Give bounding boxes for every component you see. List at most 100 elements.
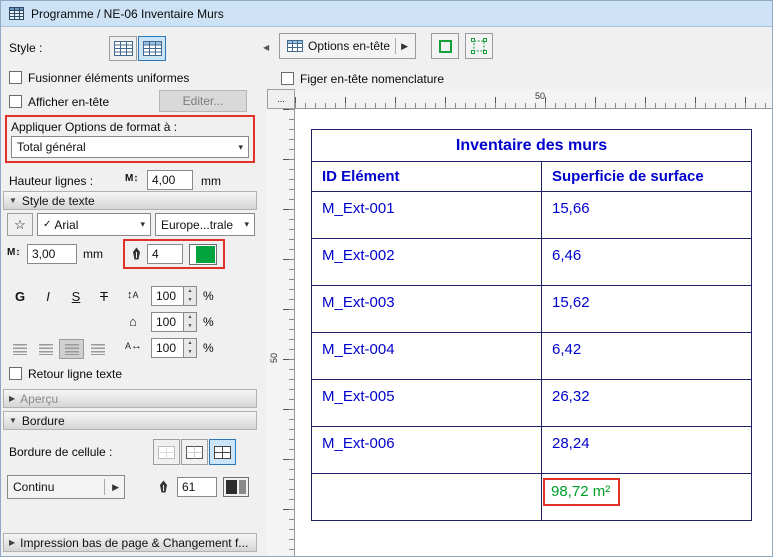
spin-down-icon[interactable]: ▼ (184, 348, 196, 357)
border-all-icon (214, 445, 231, 459)
align-left-button[interactable] (7, 339, 32, 359)
align-center-button[interactable] (33, 339, 58, 359)
spin-up-icon[interactable]: ▲ (184, 339, 196, 348)
line-spacing-stepper[interactable]: ▲ ▼ (183, 286, 197, 306)
cell-element-id[interactable]: M_Ext-006 (311, 426, 542, 474)
bold-button[interactable]: G (7, 285, 33, 307)
freeze-header-label: Figer en-tête nomenclature (300, 72, 445, 86)
cell-area[interactable]: 6,46 (540, 238, 753, 286)
pen-color-button[interactable] (189, 244, 217, 265)
section-text-style[interactable]: ▼ Style de texte (3, 191, 257, 210)
tracking-input[interactable]: 100 (151, 338, 183, 358)
edit-header-button[interactable]: Editer... (159, 90, 247, 112)
section-preview[interactable]: ▶ Aperçu (3, 389, 257, 408)
spin-down-icon[interactable]: ▼ (184, 296, 196, 305)
font-family-select[interactable]: ✓ Arial ▾ (37, 213, 151, 236)
freeze-header-checkbox[interactable] (281, 72, 294, 85)
table-row: M_Ext-004 6,42 (311, 332, 753, 380)
window-titlebar: Programme / NE-06 Inventaire Murs (1, 1, 772, 27)
italic-label: I (46, 288, 50, 304)
cell-area[interactable]: 15,62 (540, 285, 753, 333)
column-header-id[interactable]: ID Elément (311, 161, 542, 192)
collapse-panel-arrow[interactable]: ◀ (263, 43, 269, 52)
table-style-plain-icon (113, 41, 133, 56)
style-variant-2-button[interactable] (138, 36, 166, 61)
align-left-icon (12, 343, 27, 355)
line-weight-button[interactable] (223, 477, 249, 497)
tracking-unit: % (203, 341, 214, 355)
chevron-down-icon: ▾ (244, 219, 249, 229)
uniform-settings-button[interactable] (431, 33, 459, 59)
apply-format-select[interactable]: Total général ▾ (11, 136, 249, 158)
ruler-options-button[interactable]: ... (267, 89, 295, 109)
wrap-text-checkbox[interactable] (9, 367, 22, 380)
table-title-cell[interactable]: Inventaire des murs (310, 129, 753, 162)
line-spacing-field[interactable]: 100 ▲ ▼ (151, 286, 197, 306)
border-outline-button[interactable] (181, 439, 208, 465)
select-area-button[interactable] (465, 33, 493, 59)
ruler-mark-50: 50 (535, 91, 546, 101)
paragraph-spacing-stepper[interactable]: ▲ ▼ (183, 312, 197, 332)
schedule-canvas[interactable]: Inventaire des murs ID Elément Superfici… (295, 109, 772, 556)
cell-area[interactable]: 6,42 (540, 332, 753, 380)
line-type-select[interactable]: Continu ▶ (7, 475, 125, 499)
font-encoding-select[interactable]: Europe...trale ▾ (155, 213, 255, 236)
tracking-field[interactable]: 100 ▲ ▼ (151, 338, 197, 358)
spin-up-icon[interactable]: ▲ (184, 313, 196, 322)
cell-area[interactable]: 15,66 (540, 191, 753, 239)
border-pen-input[interactable]: 61 (177, 477, 217, 497)
border-all-button[interactable] (209, 439, 236, 465)
bold-label: G (14, 288, 26, 304)
table-row: M_Ext-001 15,66 (311, 191, 753, 239)
paragraph-spacing-field[interactable]: 100 ▲ ▼ (151, 312, 197, 332)
horizontal-ruler: 50 (295, 89, 772, 109)
green-frame-icon (438, 39, 452, 53)
align-justify-icon (64, 343, 79, 355)
column-header-area[interactable]: Superficie de surface (540, 161, 753, 192)
tracking-stepper[interactable]: ▲ ▼ (183, 338, 197, 358)
section-footer-print[interactable]: ▶ Impression bas de page & Changement f.… (3, 533, 257, 552)
underline-label: S (71, 288, 81, 304)
total-empty-cell[interactable] (311, 473, 542, 521)
header-options-icon (287, 40, 303, 52)
window-title: Programme / NE-06 Inventaire Murs (31, 6, 224, 21)
align-right-button[interactable] (85, 339, 110, 359)
apply-format-value: Total général (17, 140, 86, 154)
schedule-settings-window: Programme / NE-06 Inventaire Murs Style … (0, 0, 773, 557)
paragraph-indent-icon: ⌂ (129, 314, 137, 329)
spin-down-icon[interactable]: ▼ (184, 322, 196, 331)
merge-uniform-checkbox[interactable] (9, 71, 22, 84)
line-weight-strip (239, 480, 246, 494)
style-variant-1-button[interactable] (109, 36, 137, 61)
divider (104, 479, 106, 495)
paragraph-spacing-input[interactable]: 100 (151, 312, 183, 332)
spin-up-icon[interactable]: ▲ (184, 287, 196, 296)
cell-area[interactable]: 26,32 (540, 379, 753, 427)
section-border[interactable]: ▼ Bordure (3, 411, 257, 430)
cell-element-id[interactable]: M_Ext-003 (311, 285, 542, 333)
italic-button[interactable]: I (35, 285, 61, 307)
favorite-style-button[interactable]: ☆ (7, 213, 33, 236)
border-none-button[interactable] (153, 439, 180, 465)
cell-area[interactable]: 28,24 (540, 426, 753, 474)
divider (395, 38, 397, 54)
align-justify-button[interactable] (59, 339, 84, 359)
cell-border-label: Bordure de cellule : (9, 445, 113, 459)
line-spacing-input[interactable]: 100 (151, 286, 183, 306)
underline-button[interactable]: S (63, 285, 89, 307)
text-pen-input[interactable]: 4 (147, 244, 183, 264)
menu-arrow-icon: ▶ (401, 40, 408, 51)
merge-uniform-label: Fusionner éléments uniformes (28, 71, 190, 85)
total-cell[interactable]: 98,72 m² (540, 473, 753, 521)
strikethrough-button[interactable]: T (91, 285, 117, 307)
cell-element-id[interactable]: M_Ext-004 (311, 332, 542, 380)
cell-element-id[interactable]: M_Ext-001 (311, 191, 542, 239)
cell-element-id[interactable]: M_Ext-005 (311, 379, 542, 427)
row-height-input[interactable]: 4,00 (147, 170, 193, 190)
show-header-checkbox[interactable] (9, 95, 22, 108)
header-options-button[interactable]: Options en-tête ▶ (279, 33, 416, 59)
text-size-input[interactable]: 3,00 (27, 244, 77, 264)
style-label: Style : (9, 41, 43, 55)
preview-area: ◀ Options en-tête ▶ Figer en-tête nomenc… (261, 27, 772, 556)
cell-element-id[interactable]: M_Ext-002 (311, 238, 542, 286)
